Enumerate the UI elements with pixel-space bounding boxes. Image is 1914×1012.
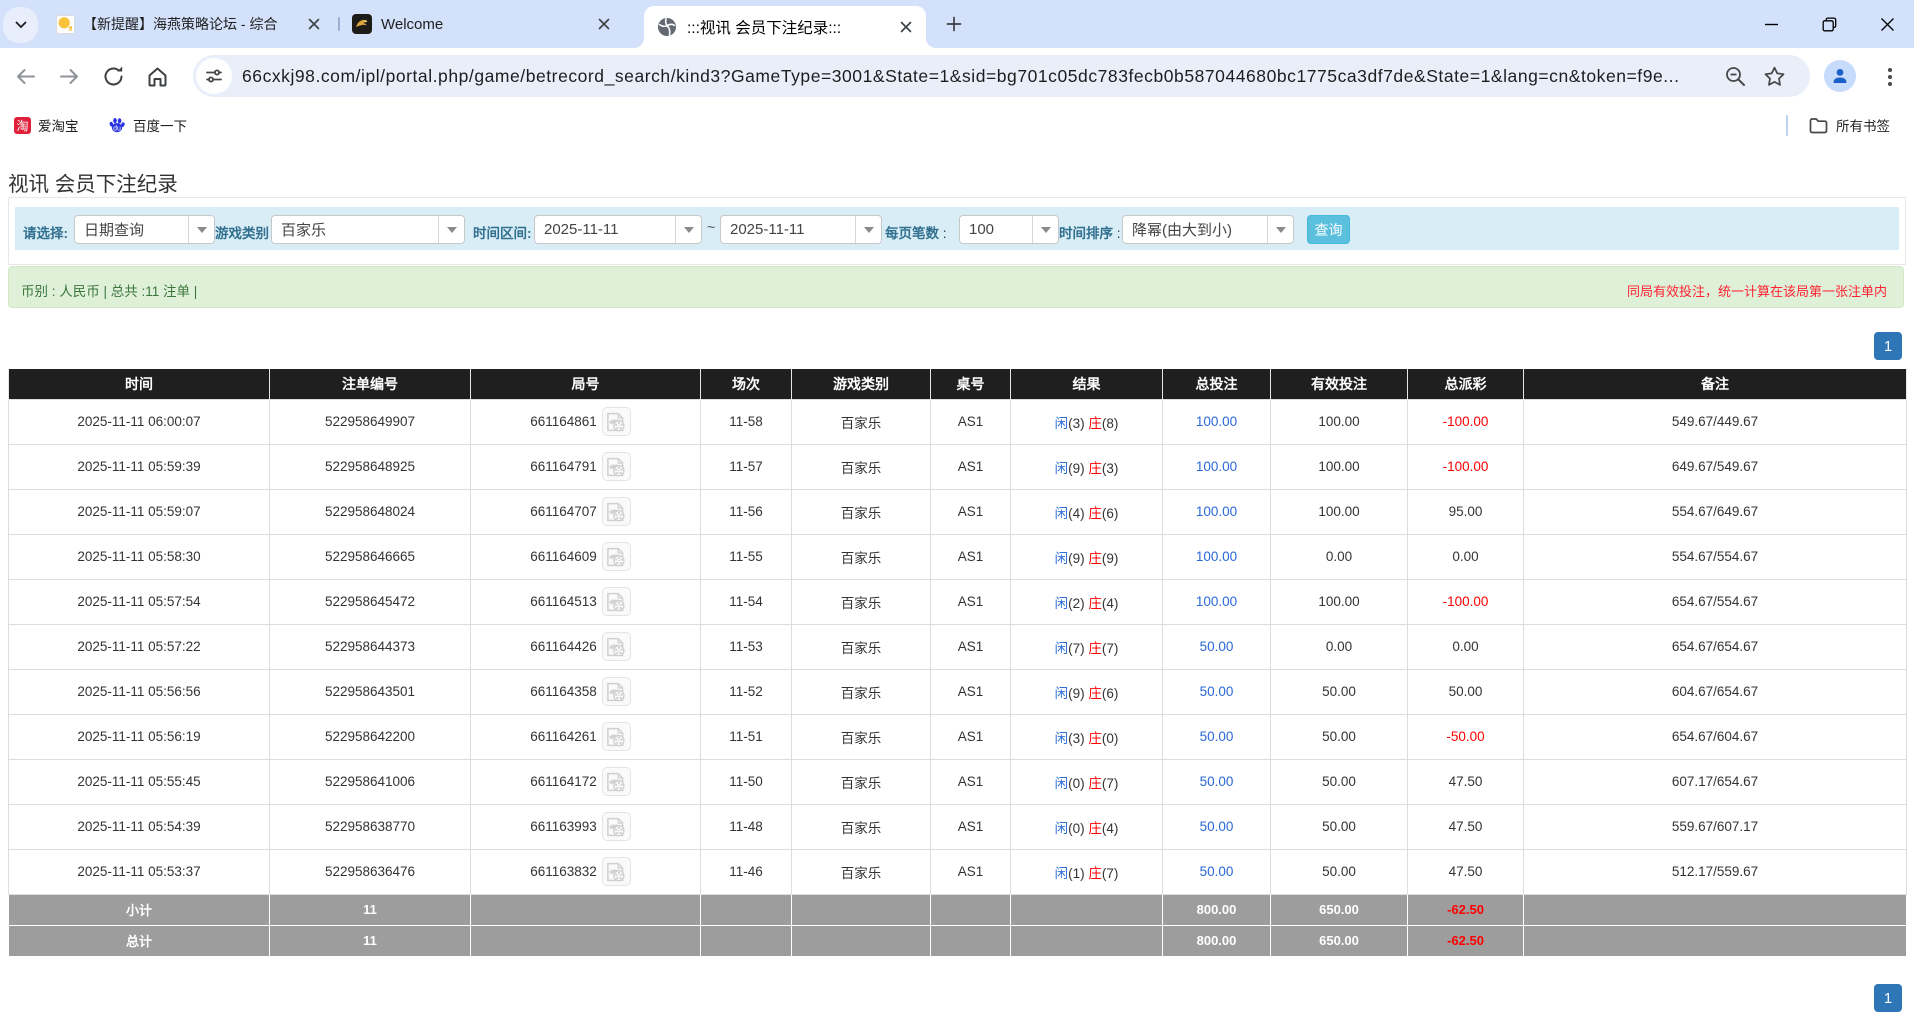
svg-text:du: du — [113, 126, 121, 133]
svg-text:淘: 淘 — [16, 119, 28, 133]
